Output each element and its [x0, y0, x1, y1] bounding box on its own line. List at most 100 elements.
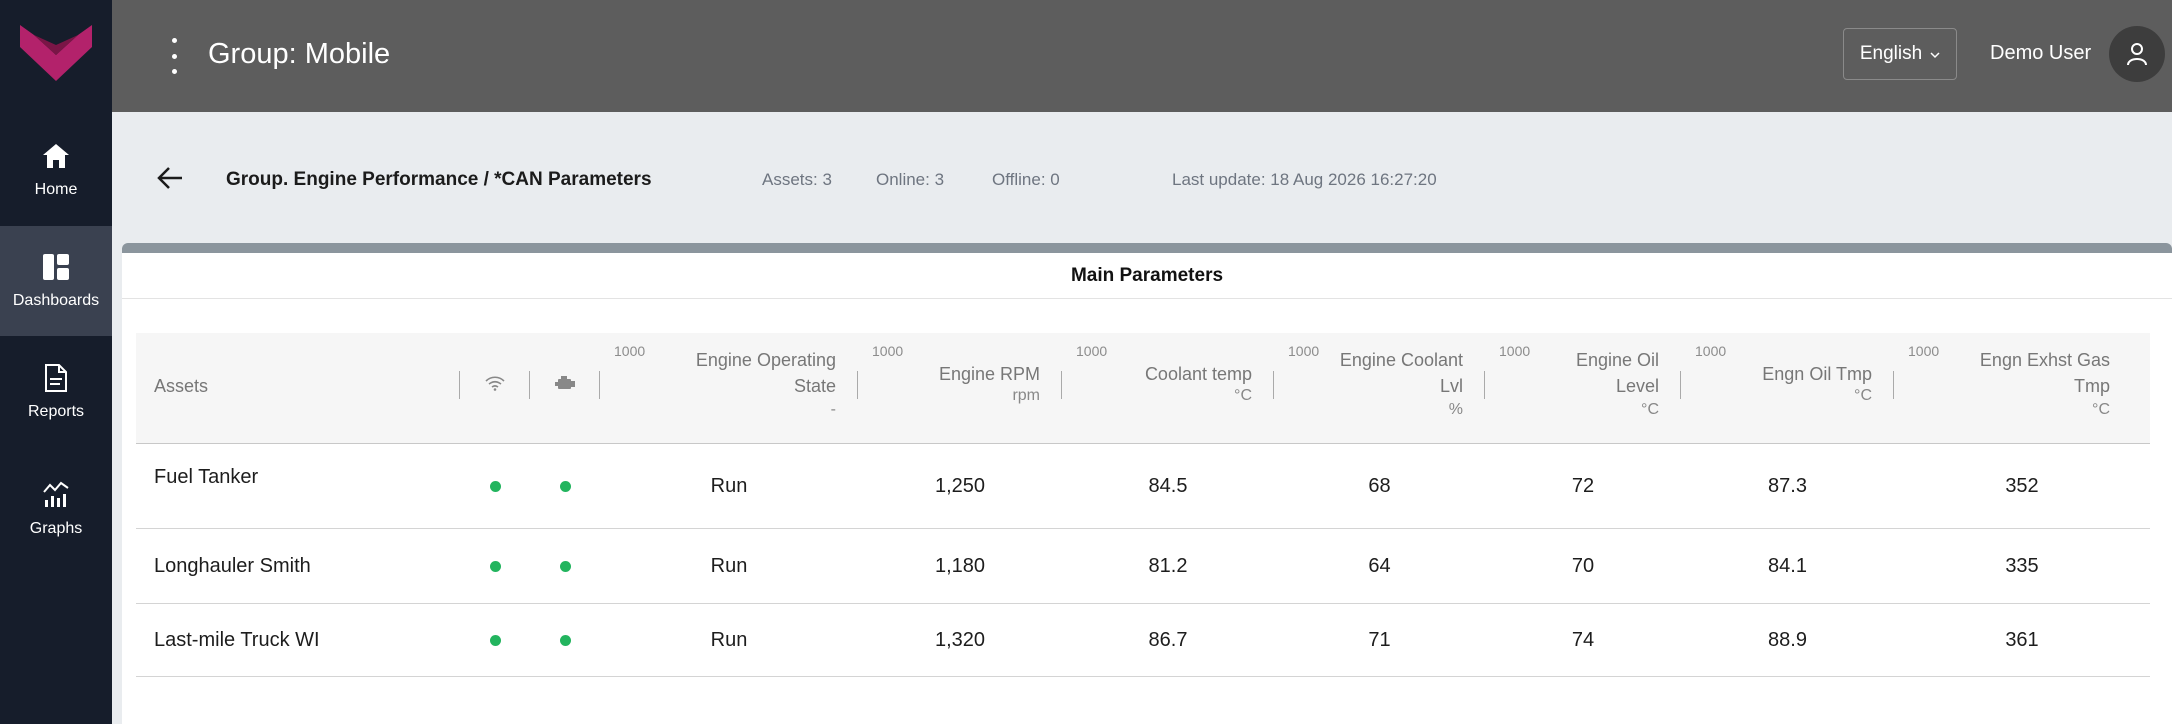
main-parameters-panel: Main Parameters Assets 1000 Engine Opera…: [122, 243, 2172, 724]
avatar[interactable]: [2109, 26, 2165, 82]
table-row[interactable]: Longhauler Smith Run 1,180 81.2 64 70 84…: [136, 529, 2150, 604]
language-select-value: English: [1859, 43, 1923, 64]
home-icon: [41, 141, 71, 171]
cell-exhaust-tmp: 335: [2005, 554, 2039, 577]
status-online-dot: [489, 480, 501, 492]
sidebar-item-reports[interactable]: Reports: [0, 338, 112, 446]
sidebar: Home Dashboards Reports Graphs: [0, 0, 112, 724]
engine-status: [530, 604, 600, 677]
column-header-engn-exhst-gas-tmp[interactable]: 1000 Engn Exhst Gas Tmp °C: [1894, 333, 2150, 444]
engine-icon: [555, 376, 575, 389]
column-unit: °C: [1234, 387, 1252, 404]
language-select[interactable]: English: [1843, 28, 1957, 80]
cell-oil-tmp: 87.3: [1768, 474, 1807, 497]
logo[interactable]: [20, 25, 92, 83]
sidebar-item-label: Dashboards: [12, 292, 100, 309]
column-label: Assets: [154, 376, 209, 396]
cell-coolant-temp: 84.5: [1148, 474, 1188, 497]
cell-coolant-temp: 81.2: [1148, 554, 1188, 577]
status-online-dot: [489, 634, 501, 646]
cell-rpm: 1,320: [934, 628, 986, 651]
engine-status: [530, 529, 600, 604]
user-icon: [2127, 43, 2147, 66]
table-row[interactable]: Last-mile Truck WI Run 1,320 86.7 71 74 …: [136, 604, 2150, 677]
column-unit: °C: [1854, 387, 1872, 404]
breadcrumb: Group. Engine Performance / *CAN Paramet…: [226, 169, 652, 190]
offline-count: Offline: 0: [992, 170, 1060, 189]
column-unit: %: [1448, 401, 1463, 418]
table-header-row: Assets 1000 Engine Operating State - 100…: [136, 333, 2150, 444]
sidebar-item-label: Reports: [27, 403, 85, 420]
last-update: Last update: 18 Aug 2026 16:27:20: [1172, 170, 1437, 189]
cell-oil-level: 72: [1571, 474, 1595, 497]
column-header-assets[interactable]: Assets: [136, 333, 460, 444]
column-header-connection: [460, 333, 530, 444]
status-online-dot: [489, 560, 501, 572]
column-hint: 1000: [1695, 343, 1727, 359]
table-row[interactable]: Fuel Tanker Run 1,250 84.5 68 72 87.3 35…: [136, 443, 2150, 529]
column-label: Engine Coolant Lvl: [1339, 350, 1463, 396]
connection-status: [460, 529, 530, 604]
column-header-coolant-temp[interactable]: 1000 Coolant temp °C: [1062, 333, 1274, 444]
cell-oil-tmp: 88.9: [1768, 628, 1807, 651]
column-label: Engine Operating State: [695, 350, 836, 396]
status-online-dot: [559, 480, 571, 492]
cell-exhaust-tmp: 352: [2005, 474, 2039, 497]
column-unit: -: [830, 401, 836, 418]
wifi-icon: [485, 376, 505, 391]
connection-status: [460, 444, 530, 529]
column-label: Engine RPM: [938, 364, 1040, 384]
column-hint: 1000: [1076, 343, 1108, 359]
assets-count: Assets: 3: [762, 170, 832, 189]
page-title: Group: Mobile: [208, 38, 391, 70]
column-hint: 1000: [872, 343, 904, 359]
cell-coolant-lvl: 68: [1368, 474, 1391, 497]
more-menu-icon[interactable]: [167, 36, 181, 76]
status-online-dot: [559, 560, 571, 572]
sidebar-item-dashboards[interactable]: Dashboards: [0, 226, 112, 336]
column-header-engine-operating-state[interactable]: 1000 Engine Operating State -: [600, 333, 858, 444]
column-label: Engn Exhst Gas Tmp: [1979, 350, 2110, 396]
column-unit: °C: [1641, 401, 1659, 418]
cell-oil-level: 74: [1571, 628, 1595, 651]
cell-rpm: 1,180: [934, 554, 986, 577]
sidebar-item-graphs[interactable]: Graphs: [0, 455, 112, 563]
column-unit: °C: [2092, 401, 2110, 418]
top-header: Group: Mobile English Demo User: [112, 0, 2172, 112]
user-name[interactable]: Demo User: [1990, 42, 2091, 65]
cell-rpm: 1,250: [934, 474, 986, 497]
online-count: Online: 3: [876, 170, 945, 189]
cell-state: Run: [710, 554, 748, 577]
column-label: Engine Oil Level: [1575, 350, 1659, 396]
column-header-engine-coolant-lvl[interactable]: 1000 Engine Coolant Lvl%: [1274, 333, 1485, 444]
column-header-engine-rpm[interactable]: 1000 Engine RPM rpm: [858, 333, 1062, 444]
asset-name[interactable]: Fuel Tanker: [136, 444, 460, 529]
asset-name[interactable]: Last-mile Truck WI: [136, 604, 460, 677]
parameters-table: Assets 1000 Engine Operating State - 100…: [136, 333, 2150, 677]
column-header-engn-oil-tmp[interactable]: 1000 Engn Oil Tmp °C: [1681, 333, 1894, 444]
subheader: Group. Engine Performance / *CAN Paramet…: [112, 112, 2172, 244]
document-icon: [41, 363, 71, 393]
column-hint: 1000: [1288, 343, 1320, 359]
connection-status: [460, 604, 530, 677]
cell-oil-level: 70: [1571, 554, 1595, 577]
column-label: Coolant temp: [1144, 364, 1252, 384]
asset-name[interactable]: Longhauler Smith: [136, 529, 460, 604]
graph-icon: [41, 480, 71, 510]
column-label: Engn Oil Tmp: [1762, 364, 1872, 384]
back-arrow-icon[interactable]: [156, 164, 184, 192]
status-online-dot: [559, 634, 571, 646]
column-hint: 1000: [1499, 343, 1531, 359]
cell-exhaust-tmp: 361: [2005, 628, 2039, 651]
sidebar-item-label: Graphs: [29, 520, 83, 537]
engine-status: [530, 444, 600, 529]
cell-state: Run: [710, 628, 748, 651]
column-header-engine: [530, 333, 600, 444]
sidebar-item-home[interactable]: Home: [0, 116, 112, 224]
cell-coolant-temp: 86.7: [1148, 628, 1188, 651]
sidebar-item-label: Home: [34, 181, 78, 198]
column-header-engine-oil-level[interactable]: 1000 Engine Oil Level °C: [1485, 333, 1681, 444]
cell-oil-tmp: 84.1: [1768, 554, 1807, 577]
chevron-down-icon: [1930, 51, 1940, 58]
cell-state: Run: [710, 474, 748, 497]
